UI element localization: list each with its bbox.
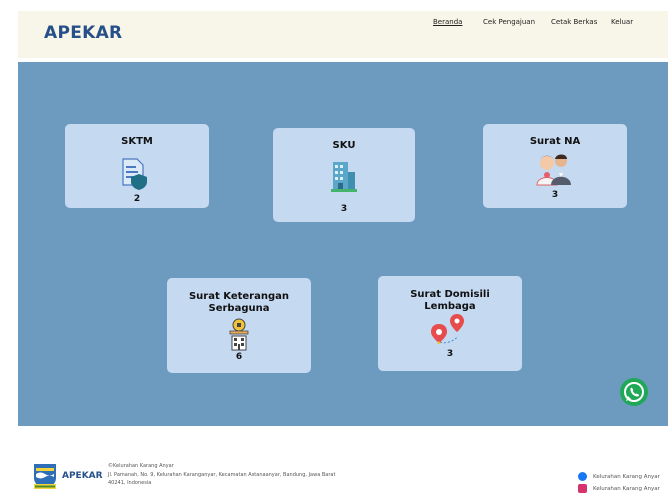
whatsapp-button[interactable]	[620, 378, 648, 406]
card-count: 3	[340, 204, 348, 214]
document-shield-icon	[120, 157, 150, 191]
card-title-line1: Surat Domisili	[410, 289, 490, 300]
card-title: SKTM	[121, 136, 153, 147]
footer-postal: 40241, Indonesia	[108, 480, 152, 486]
card-sktm[interactable]: SKTM 2	[65, 124, 209, 208]
card-count: 3	[551, 190, 559, 200]
nav-cetak-berkas[interactable]: Cetak Berkas	[551, 18, 597, 26]
card-surat-keterangan-serbaguna[interactable]: Surat Keterangan Serbaguna 6	[167, 278, 311, 373]
nav-beranda[interactable]: Beranda	[433, 18, 462, 26]
page: APEKAR Beranda Cek Pengajuan Cetak Berka…	[0, 0, 668, 493]
facebook-icon	[578, 472, 587, 481]
brand-logo-text[interactable]: APEKAR	[44, 23, 122, 43]
bandung-logo-icon	[32, 462, 58, 493]
footer-address: Jl. Pamanah, No. 9, Kelurahan Karanganya…	[108, 472, 336, 478]
location-pins-icon	[430, 312, 466, 344]
card-sku[interactable]: SKU 3	[273, 128, 415, 222]
card-count: 2	[133, 194, 141, 204]
main-panel: SKTM 2 SKU 3 Surat NA 3 Surat Keterangan…	[18, 62, 668, 426]
card-title-line2: Serbaguna	[208, 303, 270, 314]
nav-keluar[interactable]: Keluar	[611, 18, 633, 26]
building-icon	[330, 158, 358, 194]
footer-instagram-link[interactable]: Kelurahan Karang Anyar	[578, 484, 660, 493]
instagram-label: Kelurahan Karang Anyar	[593, 485, 660, 492]
footer-facebook-link[interactable]: Kelurahan Karang Anyar	[578, 472, 660, 481]
card-count: 6	[235, 352, 243, 362]
card-surat-domisili-lembaga[interactable]: Surat Domisili Lembaga 3	[378, 276, 522, 371]
card-title: SKU	[332, 140, 356, 151]
card-title: Surat NA	[529, 136, 581, 147]
couple-icon	[535, 151, 573, 189]
facebook-label: Kelurahan Karang Anyar	[593, 473, 660, 480]
whatsapp-icon	[624, 382, 644, 402]
instagram-icon	[578, 484, 587, 493]
hand-building-icon	[228, 318, 250, 352]
footer-brand-text: APEKAR	[62, 471, 103, 481]
footer-copyright: ©Kelurahan Karang Anyar	[108, 463, 174, 469]
card-title-line1: Surat Keterangan	[188, 291, 289, 302]
card-count: 3	[446, 349, 454, 359]
card-surat-na[interactable]: Surat NA 3	[483, 124, 627, 208]
nav-cek-pengajuan[interactable]: Cek Pengajuan	[483, 18, 535, 26]
